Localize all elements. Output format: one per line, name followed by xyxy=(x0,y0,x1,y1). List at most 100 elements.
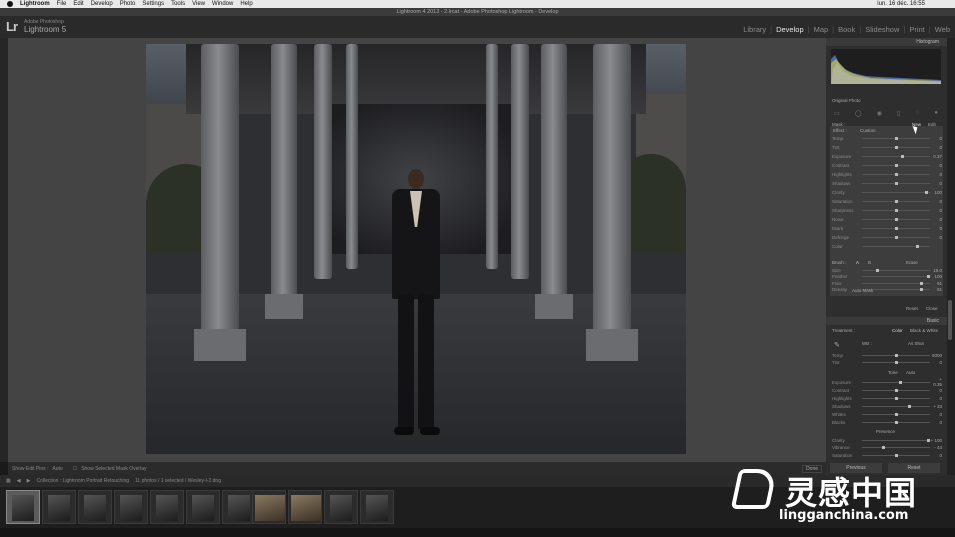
slider-value[interactable]: 0 xyxy=(930,163,942,168)
right-panel-scrollbar[interactable] xyxy=(947,38,955,475)
module-book[interactable]: Book xyxy=(838,25,855,34)
slider-track[interactable] xyxy=(862,404,930,408)
brush-erase-button[interactable]: Erase xyxy=(906,260,918,265)
slider-value[interactable]: 100 xyxy=(930,190,942,195)
slider-track[interactable] xyxy=(862,388,930,392)
menu-photo[interactable]: Photo xyxy=(120,1,136,7)
slider-value[interactable]: 5000 xyxy=(930,353,942,358)
slider-track[interactable] xyxy=(862,136,930,140)
menu-view[interactable]: View xyxy=(192,1,205,7)
module-print[interactable]: Print xyxy=(909,25,924,34)
effect-select[interactable]: Custom xyxy=(860,128,876,133)
grid-view-icon[interactable]: ▦ xyxy=(6,478,11,484)
slider-knob[interactable] xyxy=(894,420,898,424)
menu-develop[interactable]: Develop xyxy=(91,1,113,7)
brush-a-button[interactable]: A xyxy=(856,260,859,265)
slider-value[interactable]: 0 xyxy=(930,181,942,186)
slider-knob[interactable] xyxy=(894,217,898,221)
slider-value[interactable]: 0 xyxy=(930,412,942,417)
slider-knob[interactable] xyxy=(894,208,898,212)
slider-knob[interactable] xyxy=(916,244,920,248)
slider-value[interactable]: 0 xyxy=(930,360,942,365)
slider-track[interactable] xyxy=(862,412,930,416)
slider-track[interactable] xyxy=(862,446,930,449)
filmstrip-thumbnail[interactable] xyxy=(222,490,256,524)
slider-value[interactable]: + 100 xyxy=(930,438,942,443)
nav-back-icon[interactable]: ◀ xyxy=(17,478,21,484)
clock[interactable]: lun. 16 déc. 16:55 xyxy=(877,1,925,7)
slider-value[interactable]: + 0.35 xyxy=(930,377,942,387)
module-develop[interactable]: Develop xyxy=(776,25,804,34)
filmstrip-thumbnail[interactable] xyxy=(6,490,40,524)
slider-value[interactable]: - 44 xyxy=(930,445,942,450)
slider-track[interactable] xyxy=(862,380,930,384)
slider-knob[interactable] xyxy=(894,199,898,203)
slider-value[interactable]: 91 xyxy=(930,281,942,286)
slider-knob[interactable] xyxy=(894,412,898,416)
slider-value[interactable]: 0 xyxy=(930,226,942,231)
slider-value[interactable]: 0 xyxy=(930,217,942,222)
menu-settings[interactable]: Settings xyxy=(142,1,164,7)
photo-preview[interactable] xyxy=(146,44,686,454)
slider-track[interactable] xyxy=(862,281,930,285)
slider-value[interactable]: 0 xyxy=(930,235,942,240)
module-map[interactable]: Map xyxy=(814,25,829,34)
slider-value[interactable]: 0 xyxy=(930,199,942,204)
crop-tool-icon[interactable]: ▭ xyxy=(834,110,840,118)
slider-knob[interactable] xyxy=(894,360,898,364)
slider-track[interactable] xyxy=(862,154,930,158)
slider-knob[interactable] xyxy=(894,388,898,392)
slider-value[interactable]: 100 xyxy=(930,274,942,279)
slider-knob[interactable] xyxy=(894,163,898,167)
filmstrip-thumbnail[interactable] xyxy=(150,490,184,524)
filmstrip-thumbnail[interactable] xyxy=(324,490,358,524)
slider-track[interactable] xyxy=(862,181,930,185)
slider-track[interactable] xyxy=(862,396,930,400)
slider-knob[interactable] xyxy=(894,172,898,176)
slider-value[interactable]: 0 xyxy=(930,136,942,141)
collection-source[interactable]: Collection : Lightroom Portrait Retouchi… xyxy=(36,478,129,484)
treatment-bw-button[interactable]: Black & White xyxy=(910,328,938,333)
slider-track[interactable] xyxy=(862,268,930,272)
slider-knob[interactable] xyxy=(894,226,898,230)
slider-track[interactable] xyxy=(862,208,930,212)
slider-value[interactable]: 0 xyxy=(930,172,942,177)
filmstrip-thumbnail[interactable] xyxy=(42,490,76,524)
treatment-color-button[interactable]: Color xyxy=(892,328,903,333)
slider-knob[interactable] xyxy=(894,181,898,185)
menu-file[interactable]: File xyxy=(57,1,67,7)
slider-value[interactable]: 0 xyxy=(930,453,942,458)
nav-forward-icon[interactable]: ▶ xyxy=(27,478,31,484)
slider-track[interactable] xyxy=(862,438,930,442)
slider-value[interactable]: 0 xyxy=(930,145,942,150)
slider-track[interactable] xyxy=(862,163,930,167)
slider-knob[interactable] xyxy=(926,438,930,442)
slider-knob[interactable] xyxy=(908,404,912,408)
red-eye-icon[interactable]: ◉ xyxy=(877,110,882,118)
slider-track[interactable] xyxy=(862,353,930,357)
slider-track[interactable] xyxy=(862,235,930,239)
slider-track[interactable] xyxy=(862,420,930,424)
menu-tools[interactable]: Tools xyxy=(171,1,185,7)
slider-knob[interactable] xyxy=(924,190,928,194)
slider-knob[interactable] xyxy=(894,136,898,140)
slider-track[interactable] xyxy=(862,360,930,364)
tone-auto-button[interactable]: Auto xyxy=(906,370,915,375)
apple-icon[interactable] xyxy=(7,1,13,7)
basic-header[interactable]: Basic xyxy=(826,317,947,325)
menu-help[interactable]: Help xyxy=(240,1,252,7)
wb-select[interactable]: As Shot xyxy=(908,341,924,346)
brush-b-button[interactable]: B xyxy=(868,260,871,265)
slider-value[interactable]: 0 xyxy=(930,420,942,425)
radial-filter-icon[interactable]: ◌ xyxy=(916,110,920,118)
slider-value[interactable]: 91 xyxy=(930,287,942,292)
filmstrip-thumbnail[interactable] xyxy=(288,490,322,524)
spot-removal-icon[interactable]: ◯ xyxy=(855,110,862,118)
slider-track[interactable] xyxy=(862,453,930,457)
filmstrip-thumbnail[interactable] xyxy=(114,490,148,524)
slider-value[interactable]: + 33 xyxy=(930,404,942,409)
filmstrip-thumbnail[interactable] xyxy=(360,490,394,524)
slider-value[interactable]: 0 xyxy=(930,396,942,401)
slider-track[interactable] xyxy=(862,226,930,230)
slider-track[interactable] xyxy=(862,172,930,176)
